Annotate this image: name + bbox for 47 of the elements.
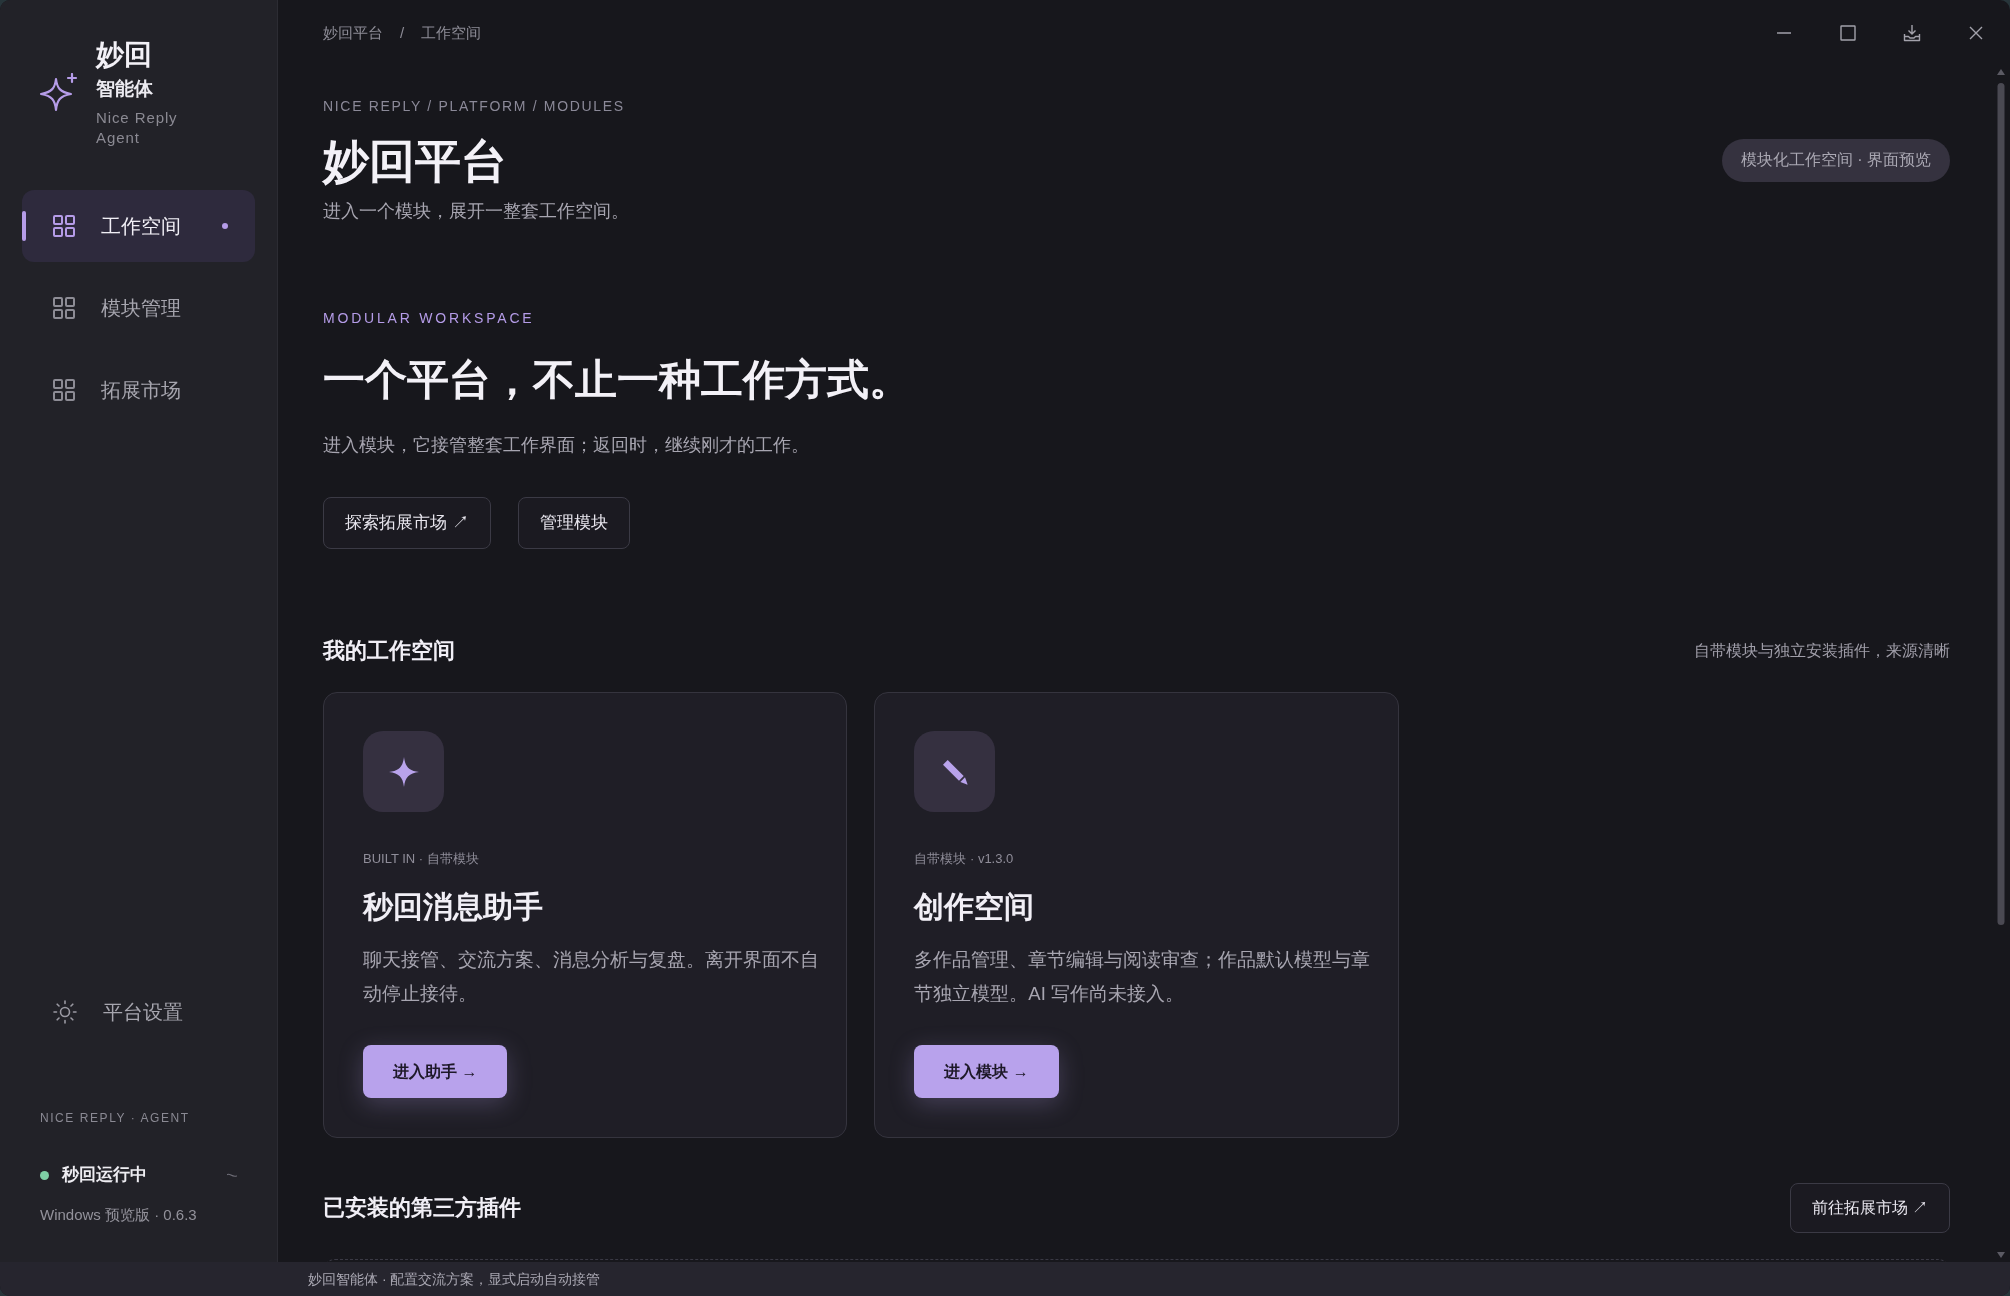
close-icon[interactable] (1967, 24, 1985, 42)
status-text: 妙回智能体 · 配置交流方案，显式启动自动接管 (308, 1269, 601, 1289)
breadcrumb-item: 工作空间 (421, 22, 482, 43)
active-indicator (22, 211, 26, 241)
nav-item[interactable]: 模块管理 (22, 272, 255, 344)
module-meta: 自带模块 · v1.3.0 (914, 850, 1014, 868)
grid-icon (53, 215, 75, 237)
module-description: 多作品管理、章节编辑与阅读审查；作品默认模型与章节独立模型。AI 写作尚未接入。 (914, 948, 1372, 1006)
module-title: 创作空间 (914, 889, 1035, 925)
hero-title: 一个平台，不止一种工作方式。 (323, 355, 911, 405)
grid-icon (53, 379, 75, 401)
page-subtitle: 进入一个模块，展开一整套工作空间。 (323, 200, 629, 223)
page-title: 妙回平台 (323, 134, 507, 189)
maximize-icon[interactable] (1839, 24, 1857, 42)
marketplace-button[interactable]: 前往拓展市场 ↗ (1789, 1183, 1950, 1233)
breadcrumb-item[interactable]: 妙回平台 (323, 21, 383, 45)
section-eyebrow: MODULAR WORKSPACE (323, 309, 535, 328)
sparkle-logo-icon (38, 73, 78, 113)
section-title: 已安装的第三方插件 (323, 1194, 521, 1222)
breadcrumb-separator: / (400, 22, 405, 43)
settings-icon (53, 1000, 77, 1024)
brand-tagline: Nice Reply Agent (96, 108, 179, 148)
hero-text: 进入模块，它接管整套工作界面；返回时，继续刚才的工作。 (323, 434, 809, 457)
sparkle-icon (363, 731, 444, 812)
module-description: 聊天接管、交流方案、消息分析与复盘。离开界面不自动停止接待。 (363, 948, 820, 1006)
section-title: 我的工作空间 (323, 637, 455, 665)
module-title: 秒回消息助手 (363, 889, 543, 925)
enter-module-button[interactable]: 进入模块 → (914, 1045, 1059, 1098)
preview-badge: 模块化工作空间 · 界面预览 (1721, 138, 1950, 182)
nav-item[interactable]: 拓展市场 (22, 354, 255, 426)
pencil-icon (914, 731, 996, 812)
nav-item[interactable]: 工作空间 (22, 190, 255, 262)
enter-module-button[interactable]: 进入助手 → (363, 1045, 508, 1098)
version-label: Windows 预览版 · 0.6.3 (40, 1205, 197, 1225)
brand-subtitle: 智能体 (96, 77, 153, 101)
status-label: 秒回运行中 (62, 1164, 147, 1186)
outline-button[interactable]: 探索拓展市场 ↗ (323, 497, 491, 549)
outline-button[interactable]: 管理模块 (517, 497, 630, 549)
module-meta: BUILT IN · 自带模块 (363, 850, 479, 868)
grid-icon (53, 297, 75, 319)
footer-caption: NICE REPLY · AGENT (40, 1110, 190, 1126)
nav-item[interactable]: 平台设置 (22, 976, 255, 1048)
section-note: 自带模块与独立安装插件，来源清晰 (1694, 641, 1950, 661)
download-icon[interactable] (1903, 24, 1921, 42)
page-eyebrow: NICE REPLY / PLATFORM / MODULES (323, 97, 625, 116)
wave-icon (227, 1172, 237, 1178)
brand-name: 妙回 (96, 38, 152, 72)
